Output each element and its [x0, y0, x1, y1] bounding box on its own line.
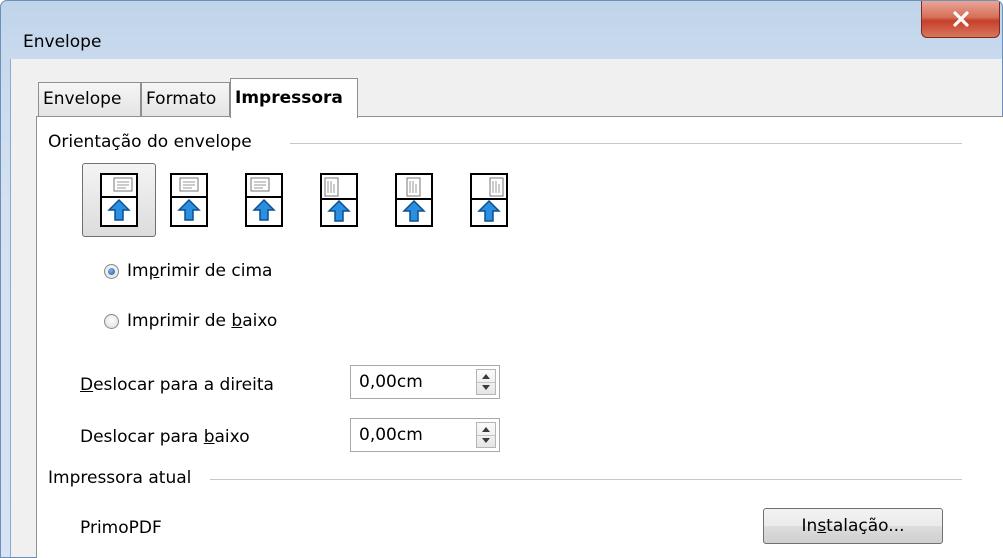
spin-up-icon[interactable]	[482, 427, 490, 432]
print-from-top-radio[interactable]	[104, 263, 119, 279]
envelope-horizontal-center-icon	[170, 173, 208, 227]
tab-formato-label: Formato	[146, 89, 217, 109]
current-printer-name: PrimoPDF	[80, 518, 162, 538]
current-printer-section-rule	[210, 479, 962, 480]
current-printer-section-label: Impressora atual	[48, 468, 200, 488]
spin-up-icon[interactable]	[482, 374, 490, 379]
printer-setup-button[interactable]: Instalação...	[763, 508, 943, 544]
tab-formato[interactable]: Formato	[141, 82, 230, 116]
shift-down-stepper[interactable]	[476, 422, 496, 448]
envelope-vertical-left-icon	[320, 173, 358, 227]
envelope-vertical-right-icon	[470, 173, 508, 227]
shift-right-value[interactable]: 0,00cm	[359, 372, 423, 392]
shift-down-spinbox[interactable]: 0,00cm	[350, 418, 500, 452]
envelope-horizontal-right-icon	[245, 173, 283, 227]
envelope-vertical-center-icon	[395, 173, 433, 227]
stepper-divider	[477, 435, 495, 436]
close-icon	[952, 11, 969, 27]
tab-impressora-label: Impressora	[235, 88, 343, 108]
print-from-bottom-label: Imprimir de baixo	[127, 311, 278, 331]
tab-envelope-label: Envelope	[43, 89, 122, 109]
orientation-vertical-right-button[interactable]	[459, 170, 519, 230]
orientation-section-label: Orientação do envelope	[48, 132, 260, 152]
orientation-section-rule	[290, 143, 962, 144]
orientation-vertical-center-button[interactable]	[384, 170, 444, 230]
spin-down-icon[interactable]	[482, 438, 490, 443]
orientation-horizontal-center-button[interactable]	[159, 170, 219, 230]
printer-setup-label: Instalação...	[801, 516, 905, 536]
print-from-bottom-radio[interactable]	[104, 313, 119, 329]
tab-envelope[interactable]: Envelope	[38, 82, 141, 116]
orientation-horizontal-left-button[interactable]	[82, 163, 156, 237]
close-button[interactable]	[921, 1, 1000, 38]
print-from-top-option[interactable]: Imprimir de cima	[104, 261, 272, 281]
print-from-bottom-option[interactable]: Imprimir de baixo	[104, 311, 277, 331]
shift-right-spinbox[interactable]: 0,00cm	[350, 365, 500, 399]
title-bar[interactable]: Envelope	[1, 1, 1002, 59]
envelope-horizontal-left-icon	[100, 173, 138, 227]
shift-down-value[interactable]: 0,00cm	[359, 425, 423, 445]
tab-impressora[interactable]: Impressora	[230, 78, 358, 118]
print-from-top-label: Imprimir de cima	[127, 261, 273, 281]
spin-down-icon[interactable]	[482, 385, 490, 390]
shift-down-label: Deslocar para baixo	[80, 427, 250, 447]
orientation-options	[82, 163, 544, 237]
orientation-horizontal-right-button[interactable]	[234, 170, 294, 230]
shift-right-label: Deslocar para a direita	[80, 375, 274, 395]
window-title: Envelope	[23, 32, 102, 52]
orientation-vertical-left-button[interactable]	[309, 170, 369, 230]
stepper-divider	[477, 382, 495, 383]
shift-right-stepper[interactable]	[476, 369, 496, 395]
